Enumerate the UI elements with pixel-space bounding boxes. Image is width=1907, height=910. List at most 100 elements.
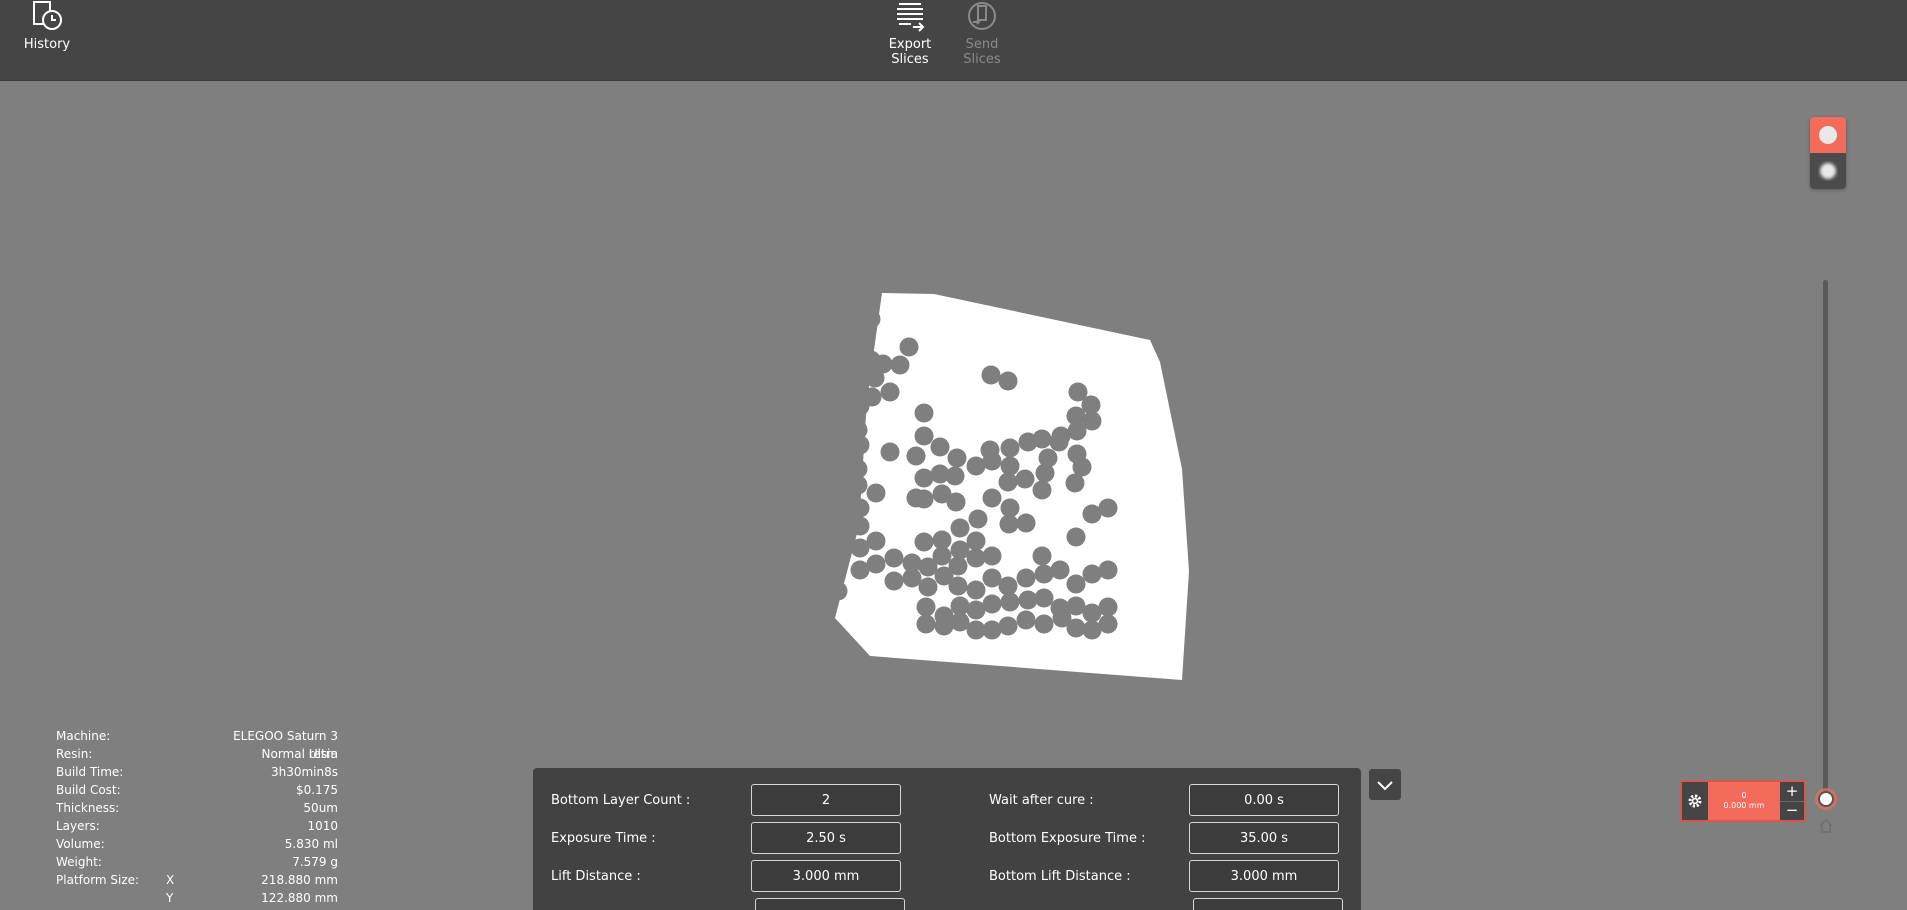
setting-input[interactable] [1193,898,1343,910]
slice-hole [1000,456,1020,476]
info-row: Thickness: 50um [56,799,338,817]
setting-input[interactable]: 2 [751,784,901,816]
setting-row: Exposure Time : 2.50 s [551,822,901,854]
info-axis [166,853,206,871]
slice-hole [1067,444,1087,464]
slice-hole [828,581,848,601]
slice-hole [830,438,850,458]
info-value: 1010 [307,819,338,833]
slice-hole [830,477,850,497]
layer-number: 0 [1741,791,1747,800]
slice-hole [982,620,1002,640]
slice-hole [830,399,850,419]
print-settings-panel: Bottom Layer Count : 2 Exposure Time : 2.50… [533,768,1361,910]
home-icon[interactable] [1818,818,1834,834]
slice-hole [966,548,986,568]
info-value: $0.175 [296,783,338,797]
slice-hole [918,577,938,597]
slice-hole [914,403,934,423]
info-value: 50um [303,801,338,815]
gear-icon [1688,794,1702,808]
slice-hole [916,614,936,634]
layer-height: 0.000 mm [1723,801,1765,810]
setting-input[interactable]: 3.000 mm [1189,860,1339,892]
slice-hole [1066,527,1086,547]
setting-input[interactable]: 2.50 s [751,822,901,854]
slice-hole [850,538,870,558]
slice-hole [1066,574,1086,594]
layer-decrement-button[interactable]: − [1780,802,1804,821]
history-label: History [23,37,71,52]
setting-input[interactable]: 35.00 s [1189,822,1339,854]
layer-increment-button[interactable]: + [1780,782,1804,802]
info-key: Platform Size: [56,873,140,887]
slice-hole [999,514,1019,534]
setting-row: Wait after cure : 0.00 s [989,784,1339,816]
slice-hole [1035,463,1055,483]
slice-hole [880,442,900,462]
slice-preview [828,293,1189,680]
slice-hole [1032,546,1052,566]
setting-row: Lift Distance : 3.000 mm [551,860,901,892]
slice-hole [998,371,1018,391]
info-key: Thickness: [56,801,120,815]
info-row: Layers: 1010 [56,817,338,835]
layer-slider-track[interactable] [1823,280,1828,800]
slice-hole [1098,498,1118,518]
layer-readout[interactable]: 0 0.000 mm [1708,782,1780,820]
info-value: 122.880 mm [261,891,338,905]
blur-view-button[interactable] [1810,153,1846,189]
setting-input[interactable] [755,898,905,910]
slice-hole [930,437,950,457]
solid-circle-icon [1819,126,1837,144]
slice-hole [865,368,885,388]
slice-hole [906,446,926,466]
slice-hole [914,426,934,446]
slice-hole [1000,592,1020,612]
view-mode-toggle [1810,117,1846,189]
setting-input[interactable]: 3.000 mm [751,860,901,892]
info-axis [166,799,206,817]
slice-hole [1016,568,1036,588]
setting-label: Bottom Layer Count : [551,792,691,808]
slice-hole [1032,480,1052,500]
info-row: Y 122.880 mm [56,889,338,907]
layer-settings-button[interactable] [1682,782,1708,820]
info-value: ELEGOO Saturn 3 Ultra [233,729,338,761]
slice-hole [1016,513,1036,533]
slice-hole [902,568,922,588]
layer-control: 0 0.000 mm + − [1680,780,1806,822]
solid-view-button[interactable] [1810,117,1846,153]
send-slices-button[interactable]: Send Slices [957,0,1007,67]
info-row: Platform Size: X 218.880 mm [56,871,338,889]
info-row: Build Cost: $0.175 [56,781,338,799]
info-value: Normal resin [261,747,338,761]
slice-hole [1034,564,1054,584]
slice-hole [906,488,926,508]
setting-label: Bottom Lift Distance : [989,868,1131,884]
history-button[interactable]: History [22,0,72,52]
slice-hole [899,337,919,357]
slice-hole [1018,590,1038,610]
info-key: Weight: [56,855,102,869]
slice-hole [850,498,870,518]
info-key [56,889,166,907]
setting-row: Bottom Layer Count : 2 [551,784,901,816]
slice-hole [1034,588,1054,608]
slice-hole [1082,564,1102,584]
info-axis [166,817,206,835]
setting-label: Wait after cure : [989,792,1094,808]
slice-hole [884,548,904,568]
info-key: Build Time: [56,765,124,779]
layer-slider-handle[interactable] [1818,791,1834,807]
slice-hole [914,468,934,488]
slice-hole [980,440,1000,460]
slice-hole [861,309,881,329]
setting-row: Bottom Lift Distance : 3.000 mm [989,860,1339,892]
collapse-settings-button[interactable] [1369,769,1401,800]
slice-hole [950,518,970,538]
export-slices-button[interactable]: Export Slices [885,0,935,67]
setting-input[interactable]: 0.00 s [1189,784,1339,816]
slice-hole [866,483,886,503]
setting-label: Lift Distance : [551,868,641,884]
